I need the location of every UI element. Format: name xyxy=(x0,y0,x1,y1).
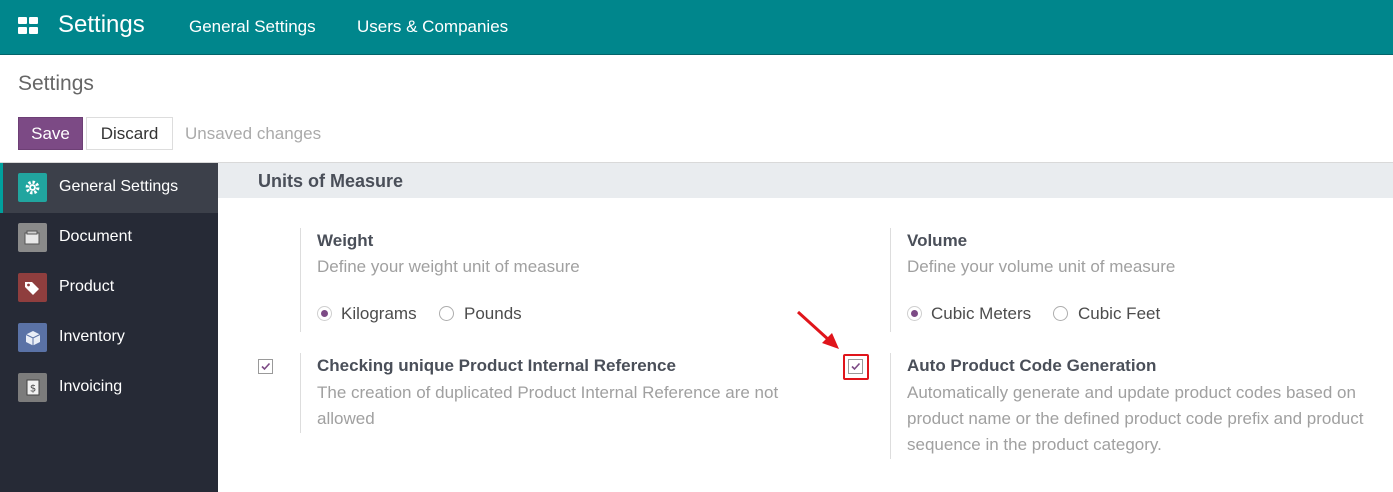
settings-sidebar: General Settings Document Product Invent… xyxy=(0,163,218,492)
unique-reference-description-line-1: The creation of duplicated Product Inter… xyxy=(317,383,779,402)
gear-icon xyxy=(18,173,47,202)
auto-code-description-line-1: Automatically generate and update produc… xyxy=(907,383,1356,402)
auto-code-description-line-2: product name or the defined product code… xyxy=(907,409,1364,428)
nav-users-companies[interactable]: Users & Companies xyxy=(357,17,508,37)
sidebar-item-inventory[interactable]: Inventory xyxy=(0,313,218,363)
save-button[interactable]: Save xyxy=(18,117,83,150)
apps-grid-icon[interactable] xyxy=(18,17,38,35)
document-icon xyxy=(18,223,47,252)
kilograms-label[interactable]: Kilograms xyxy=(341,304,417,324)
volume-description: Define your volume unit of measure xyxy=(907,257,1176,276)
invoice-icon: $ xyxy=(18,373,47,402)
sidebar-item-label: Product xyxy=(59,278,115,295)
top-navbar: Settings General Settings Users & Compan… xyxy=(0,0,1393,55)
sidebar-item-invoicing[interactable]: $ Invoicing xyxy=(0,363,218,413)
section-header: Units of Measure xyxy=(218,163,1393,198)
divider xyxy=(300,353,301,433)
sidebar-item-label: General Settings xyxy=(59,178,179,195)
weight-title: Weight xyxy=(317,231,374,250)
sidebar-item-label: Inventory xyxy=(59,328,125,345)
sidebar-item-general-settings[interactable]: General Settings xyxy=(0,163,218,213)
unique-reference-checkbox[interactable] xyxy=(258,359,273,374)
divider xyxy=(300,228,301,332)
pounds-label[interactable]: Pounds xyxy=(464,304,522,324)
nav-general-settings[interactable]: General Settings xyxy=(189,17,316,37)
sidebar-item-label: Invoicing xyxy=(59,378,123,395)
pounds-radio[interactable] xyxy=(439,306,454,321)
section-title: Units of Measure xyxy=(258,171,404,191)
cubic-feet-label[interactable]: Cubic Feet xyxy=(1078,304,1160,324)
cubic-feet-radio[interactable] xyxy=(1053,306,1068,321)
divider xyxy=(890,353,891,459)
check-icon xyxy=(851,362,861,371)
auto-code-checkbox[interactable] xyxy=(848,359,863,374)
weight-description: Define your weight unit of measure xyxy=(317,257,580,276)
unsaved-status: Unsaved changes xyxy=(185,124,322,143)
box-icon xyxy=(18,323,47,352)
tags-icon xyxy=(18,273,47,302)
auto-code-description-line-3: sequence in the product category. xyxy=(907,435,1162,454)
red-arrow-annotation xyxy=(795,309,841,356)
unique-reference-description-line-2: allowed xyxy=(317,409,375,428)
kilograms-radio[interactable] xyxy=(317,306,332,321)
discard-button[interactable]: Discard xyxy=(86,117,173,150)
app-title: Settings xyxy=(58,11,145,38)
sidebar-item-product[interactable]: Product xyxy=(0,263,218,313)
divider xyxy=(890,228,891,332)
svg-text:$: $ xyxy=(29,384,35,395)
volume-title: Volume xyxy=(907,231,968,250)
sidebar-item-document[interactable]: Document xyxy=(0,213,218,263)
breadcrumb: Settings xyxy=(18,72,94,95)
check-icon xyxy=(261,362,271,371)
auto-code-title: Auto Product Code Generation xyxy=(907,356,1157,375)
cubic-meters-label[interactable]: Cubic Meters xyxy=(931,304,1031,324)
unique-reference-title: Checking unique Product Internal Referen… xyxy=(317,356,676,375)
cubic-meters-radio[interactable] xyxy=(907,306,922,321)
sidebar-item-label: Document xyxy=(59,228,132,245)
